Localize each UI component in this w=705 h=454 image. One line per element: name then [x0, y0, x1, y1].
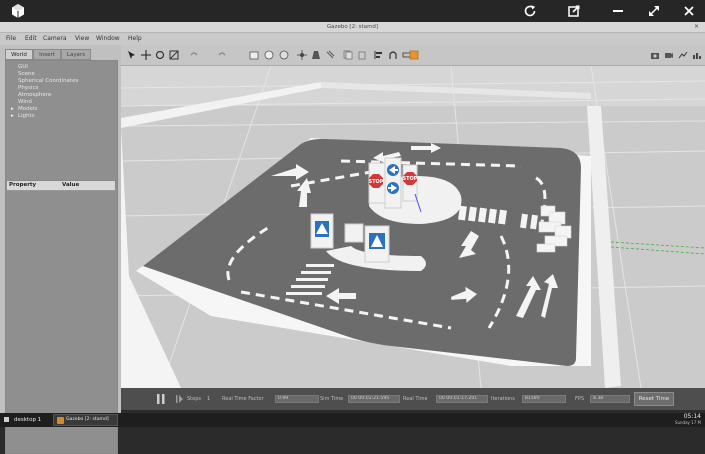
- menu-window[interactable]: Window: [96, 33, 120, 45]
- close-button[interactable]: [672, 0, 705, 22]
- translate-icon[interactable]: [141, 50, 151, 60]
- plot-icon[interactable]: [678, 50, 688, 60]
- world-tree: GUI Scene Spherical Coordinates Physics …: [5, 60, 118, 182]
- snap-icon[interactable]: [388, 50, 398, 60]
- point-light-icon[interactable]: [297, 50, 307, 60]
- paste-icon[interactable]: [357, 50, 367, 60]
- scene-render[interactable]: STOP STOP: [121, 66, 705, 388]
- align-icon[interactable]: [374, 50, 384, 60]
- window-titlebar: Gazebo [2: stamd] ×: [0, 22, 705, 33]
- tree-item-lights[interactable]: Lights: [18, 113, 35, 120]
- sphere-icon[interactable]: [264, 50, 274, 60]
- simulation-status-bar: Steps 1 Real Time Factor 0.99 Sim Time 0…: [121, 388, 705, 410]
- redo-icon[interactable]: [217, 50, 227, 60]
- refresh-icon: [524, 5, 536, 17]
- left-panel: World Insert Layers GUI Scene Spherical …: [0, 45, 121, 454]
- scale-icon[interactable]: [169, 50, 179, 60]
- fps-value: 4.38: [590, 395, 630, 403]
- tree-item-physics[interactable]: Physics: [18, 85, 38, 92]
- stop-sign-left: STOP: [369, 179, 384, 185]
- menu-view[interactable]: View: [75, 33, 89, 45]
- stop-sign-right: STOP: [403, 176, 418, 182]
- cube-icon[interactable]: [10, 3, 26, 19]
- menu-edit[interactable]: Edit: [25, 33, 37, 45]
- close-icon: [684, 6, 694, 16]
- copy-icon[interactable]: [343, 50, 353, 60]
- taskbar-app-label: Gazebo [2: stamd]: [66, 417, 109, 422]
- tab-insert[interactable]: Insert: [33, 49, 61, 60]
- tree-item-spherical-coordinates[interactable]: Spherical Coordinates: [18, 78, 78, 85]
- steps-value[interactable]: 1: [207, 388, 210, 410]
- screenshot-icon[interactable]: [650, 50, 660, 60]
- app-icon: [57, 416, 64, 424]
- property-header: Property Value: [7, 181, 115, 191]
- menu-camera[interactable]: Camera: [43, 33, 67, 45]
- undo-icon[interactable]: [189, 50, 199, 60]
- menu-help[interactable]: Help: [128, 33, 142, 45]
- toolbar: [121, 45, 705, 66]
- open-external-button[interactable]: [557, 0, 591, 22]
- clock-date: Sunday 17 M: [674, 420, 701, 425]
- tab-layers[interactable]: Layers: [61, 49, 91, 60]
- desktop-taskbar: desktop 1 Gazebo [2: stamd] 05:14 Sunday…: [0, 413, 705, 427]
- minimize-button[interactable]: [601, 0, 635, 22]
- tree-item-atmosphere[interactable]: Atmosphere: [18, 92, 51, 99]
- value-column-header: Value: [62, 182, 80, 188]
- real-time-label: Real Time: [403, 396, 428, 402]
- spot-light-icon[interactable]: [311, 50, 321, 60]
- graph-icon[interactable]: [692, 50, 702, 60]
- cylinder-icon[interactable]: [279, 50, 289, 60]
- tree-item-scene[interactable]: Scene: [18, 71, 35, 78]
- iterations-label: Iterations: [491, 396, 515, 402]
- step-icon[interactable]: [176, 395, 183, 403]
- directional-light-icon[interactable]: [325, 50, 335, 60]
- menu-file[interactable]: File: [6, 33, 16, 45]
- expand-arrow-icon[interactable]: ▸: [11, 106, 14, 113]
- property-column-header: Property: [9, 182, 37, 188]
- pause-icon[interactable]: [157, 394, 165, 404]
- sim-time-value: 00 00:01:21.595: [348, 395, 400, 403]
- window-close-icon[interactable]: ×: [694, 22, 699, 32]
- rotate-icon[interactable]: [155, 50, 165, 60]
- remote-desktop-topbar: [0, 0, 705, 22]
- fps-label: FPS: [575, 396, 585, 402]
- window-title: Gazebo [2: stamd]: [326, 24, 379, 30]
- tree-item-wind[interactable]: Wind: [18, 99, 32, 106]
- orange-mode-icon[interactable]: [409, 50, 419, 60]
- desktop-switcher[interactable]: desktop 1: [11, 414, 44, 426]
- refresh-button[interactable]: [513, 0, 547, 22]
- tree-item-models[interactable]: Models: [18, 106, 37, 113]
- expand-arrow-icon[interactable]: ▸: [11, 113, 14, 120]
- box-icon[interactable]: [249, 50, 259, 60]
- tab-world[interactable]: World: [5, 49, 33, 60]
- rtf-value: 0.99: [275, 395, 319, 403]
- minimize-icon: [613, 10, 623, 12]
- tree-item-gui[interactable]: GUI: [18, 64, 28, 71]
- expand-icon: [649, 6, 659, 16]
- desktop-indicator-icon: [4, 417, 9, 422]
- record-icon[interactable]: [664, 50, 674, 60]
- open-in-new-icon: [568, 5, 580, 17]
- scene-viewport[interactable]: STOP STOP: [121, 66, 705, 388]
- sim-time-label: Sim Time: [320, 396, 344, 402]
- fullscreen-button[interactable]: [637, 0, 671, 22]
- menu-bar: File Edit Camera View Window Help: [0, 33, 705, 45]
- taskbar-app-item[interactable]: Gazebo [2: stamd]: [53, 414, 118, 426]
- select-arrow-icon[interactable]: [127, 50, 137, 60]
- iterations-value: 81595: [522, 395, 566, 403]
- reset-time-button[interactable]: Reset Time: [634, 392, 674, 406]
- steps-label: Steps: [187, 396, 201, 402]
- real-time-value: 00 00:01:17.201: [436, 395, 488, 403]
- rtf-label: Real Time Factor: [222, 396, 264, 402]
